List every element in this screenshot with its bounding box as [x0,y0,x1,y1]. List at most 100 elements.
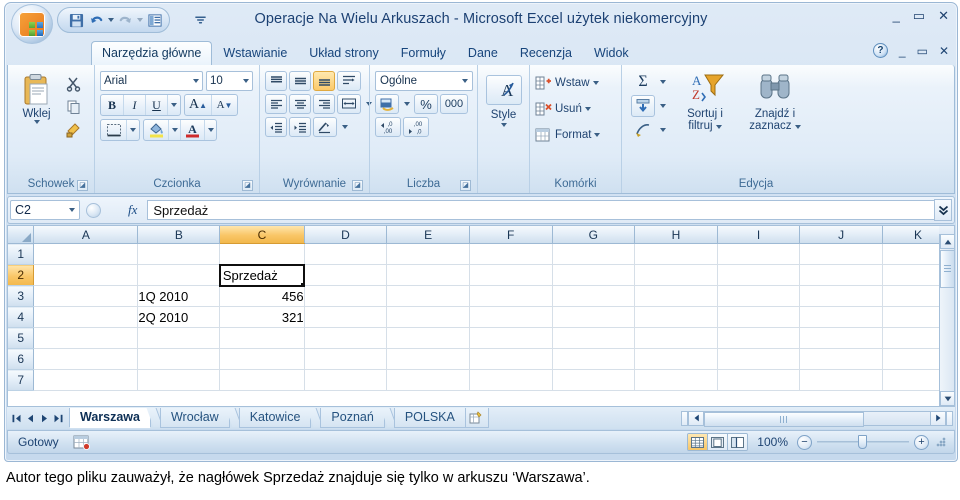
page-layout-view-button[interactable] [707,434,728,450]
formula-input[interactable]: Sprzedaż [147,200,934,220]
sheet-tab-katowice[interactable]: Katowice [238,408,312,428]
column-header-I[interactable]: I [717,226,801,244]
cell-C6[interactable] [219,348,305,370]
accounting-dropdown-icon[interactable] [401,94,412,114]
column-header-C[interactable]: C [219,226,305,244]
cell-E7[interactable] [386,369,470,391]
horizontal-scroll-track[interactable] [704,410,930,427]
tab-home[interactable]: Narzędzia główne [91,41,213,65]
row-header-3[interactable]: 3 [8,285,35,307]
worksheet-grid[interactable]: A B C D E F G H I J K 1 2 Sprzedaż 3 1Q … [7,225,955,407]
scroll-split-handle-right[interactable] [946,410,953,426]
cell-E5[interactable] [386,327,470,349]
scroll-right-icon[interactable] [930,410,946,426]
cell-H7[interactable] [634,369,718,391]
accounting-format-icon[interactable] [375,94,399,114]
cell-I3[interactable] [717,285,801,307]
restore-workbook-button[interactable]: ▭ [917,44,928,58]
cell-E2[interactable] [386,264,470,286]
cell-C3[interactable]: 456 [219,285,305,307]
cell-I4[interactable] [717,306,801,328]
cell-G4[interactable] [552,306,636,328]
font-size-input[interactable]: 10 [206,71,253,91]
wrap-text-icon[interactable] [337,71,361,91]
percent-style-button[interactable]: % [414,94,438,114]
name-box-dropdown-icon[interactable] [69,208,75,212]
cell-G7[interactable] [552,369,636,391]
insert-worksheet-icon[interactable] [464,408,489,428]
close-workbook-button[interactable]: ✕ [939,44,949,58]
scroll-up-icon[interactable] [940,234,954,249]
underline-button[interactable]: U [145,95,167,115]
row-header-2[interactable]: 2 [8,264,35,286]
decrease-indent-icon[interactable] [265,117,287,137]
cell-G5[interactable] [552,327,636,349]
cell-H1[interactable] [634,243,718,265]
tab-view[interactable]: Widok [583,42,640,65]
normal-view-button[interactable] [688,434,708,450]
cell-C4[interactable]: 321 [219,306,305,328]
cell-H5[interactable] [634,327,718,349]
clipboard-dialog-launcher[interactable]: ◪ [77,180,88,191]
next-sheet-icon[interactable] [38,411,51,426]
zoom-slider[interactable] [817,434,909,450]
minimize-button[interactable]: _ [893,9,900,22]
number-format-select[interactable]: Ogólne [375,71,473,91]
cell-F1[interactable] [469,243,553,265]
maximize-button[interactable]: ▭ [913,9,925,22]
cell-D2[interactable] [304,264,388,286]
cell-A6[interactable] [33,348,139,370]
select-all-button[interactable] [8,226,35,244]
cell-J3[interactable] [799,285,883,307]
cell-A3[interactable] [33,285,139,307]
row-header-7[interactable]: 7 [8,369,35,391]
tab-review[interactable]: Recenzja [509,42,583,65]
zoom-in-button[interactable]: + [914,434,929,450]
borders-icon[interactable] [101,120,126,140]
cell-A7[interactable] [33,369,139,391]
align-right-icon[interactable] [313,94,335,114]
cell-B6[interactable] [137,348,221,370]
cell-F2[interactable] [469,264,553,286]
cell-I1[interactable] [717,243,801,265]
sort-filter-dropdown-icon[interactable] [715,125,722,129]
cell-I5[interactable] [717,327,801,349]
cell-D7[interactable] [304,369,388,391]
cell-E1[interactable] [386,243,470,265]
row-header-6[interactable]: 6 [8,348,35,370]
cell-G2[interactable] [552,264,636,286]
cell-I2[interactable] [717,264,801,286]
align-middle-icon[interactable] [289,71,311,91]
fill-color-icon[interactable] [144,120,168,140]
cell-C1[interactable] [219,243,305,265]
page-break-preview-button[interactable] [727,434,748,450]
insert-cells-button[interactable]: Wstaw [535,71,600,95]
font-name-input[interactable]: Arial [100,71,203,91]
scroll-left-icon[interactable] [688,410,704,426]
cell-D5[interactable] [304,327,388,349]
zoom-out-button[interactable]: − [797,434,812,450]
format-cells-button[interactable]: Format [535,123,601,147]
cell-J6[interactable] [799,348,883,370]
tab-formulas[interactable]: Formuły [390,42,457,65]
font-size-dropdown-icon[interactable] [243,79,249,83]
autosum-icon[interactable]: Σ [631,71,655,93]
sheet-tab-wroclaw[interactable]: Wrocław [159,408,230,428]
bold-button[interactable]: B [101,95,123,115]
number-format-dropdown-icon[interactable] [462,79,468,83]
name-box[interactable]: C2 [10,200,80,220]
cell-E4[interactable] [386,306,470,328]
minimize-ribbon-button[interactable]: _ [899,44,906,58]
delete-cells-button[interactable]: Usuń [535,97,600,121]
cell-H3[interactable] [634,285,718,307]
underline-dropdown-icon[interactable] [167,95,180,115]
last-sheet-icon[interactable] [52,411,65,426]
clear-dropdown-icon[interactable] [657,119,668,141]
decrease-decimal-icon[interactable]: ,00,0 [403,117,429,137]
cell-C5[interactable] [219,327,305,349]
cell-E3[interactable] [386,285,470,307]
vertical-scrollbar[interactable] [939,226,954,406]
scroll-split-handle[interactable] [681,410,688,426]
styles-button[interactable]: A Style [485,71,522,127]
cell-J1[interactable] [799,243,883,265]
